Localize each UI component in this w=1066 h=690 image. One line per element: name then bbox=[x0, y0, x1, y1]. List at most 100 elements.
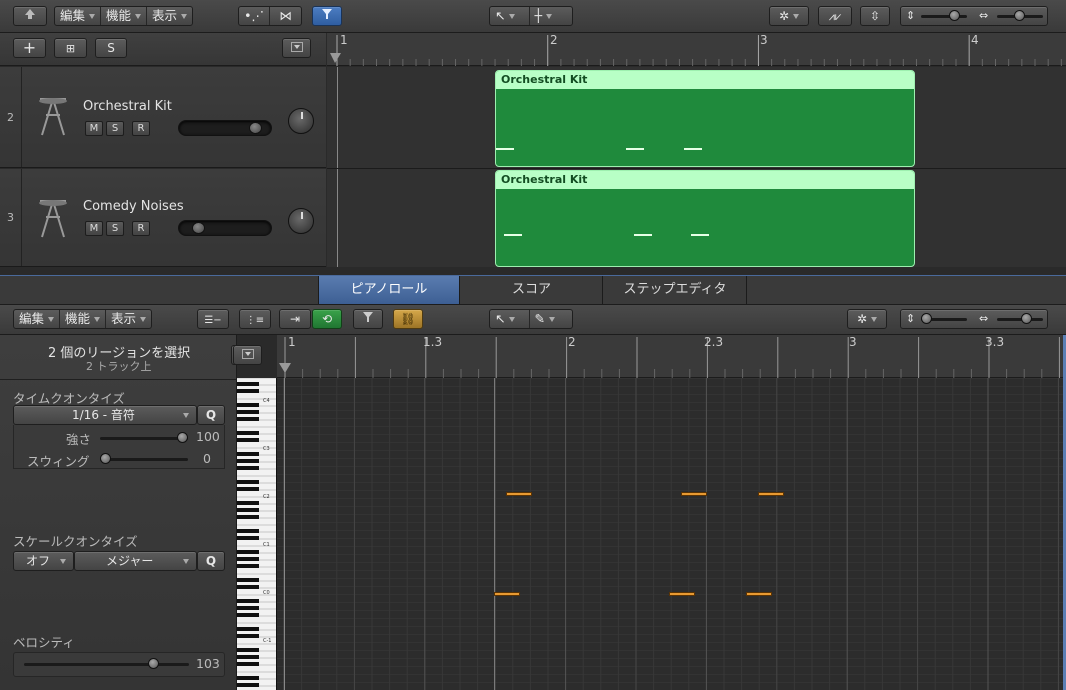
midi-out-icon: ⇥ bbox=[289, 312, 301, 326]
midi-note[interactable] bbox=[746, 592, 772, 596]
editor-zoom-sliders[interactable]: ⇕ ⇔ bbox=[900, 309, 1048, 329]
scale-type-select[interactable]: メジャー bbox=[74, 551, 197, 571]
fader-knob[interactable] bbox=[192, 222, 205, 234]
add-track-button[interactable]: + bbox=[13, 38, 46, 58]
midi-region[interactable]: Orchestral Kit bbox=[495, 170, 915, 267]
midi-in-button[interactable]: ⋮≡ bbox=[239, 309, 271, 329]
tab-score[interactable]: スコア bbox=[461, 276, 603, 304]
midi-note[interactable] bbox=[669, 592, 695, 596]
volume-fader[interactable] bbox=[178, 220, 272, 236]
playhead-line bbox=[284, 378, 285, 690]
piano-roll-list-icon: ☰− bbox=[204, 315, 222, 326]
velocity-label: ベロシティ bbox=[13, 635, 75, 650]
midi-region[interactable]: Orchestral Kit bbox=[495, 70, 915, 167]
velocity-slider[interactable] bbox=[24, 663, 189, 666]
vertical-fit-button[interactable]: ⇳ bbox=[860, 6, 890, 26]
track-header[interactable]: 3 Comedy Noises M S R bbox=[0, 169, 326, 267]
swing-slider[interactable] bbox=[100, 458, 188, 461]
editor-settings-button[interactable]: ✲ bbox=[847, 309, 887, 329]
editor-menu-group: 編集 機能 表示 bbox=[13, 309, 153, 329]
ruler-label: 1.3 bbox=[423, 335, 443, 349]
solo-button[interactable]: S bbox=[106, 121, 124, 136]
midi-out-button[interactable]: ⇥ bbox=[279, 309, 311, 329]
track-header-menu-button[interactable] bbox=[282, 38, 311, 58]
flex-icon[interactable]: ⋈ bbox=[270, 7, 301, 25]
track-name[interactable]: Orchestral Kit bbox=[83, 99, 172, 114]
strength-slider-knob[interactable] bbox=[177, 432, 188, 443]
record-button[interactable]: R bbox=[132, 221, 150, 236]
global-s-button[interactable]: S bbox=[95, 38, 127, 58]
ruler-label: 3.3 bbox=[985, 335, 1005, 349]
piano-roll-ruler[interactable]: 1 1.3 2 2.3 3 3.3 bbox=[277, 335, 1066, 378]
scale-off-select[interactable]: オフ bbox=[13, 551, 74, 571]
drum-kit-icon bbox=[39, 200, 67, 238]
midi-note[interactable] bbox=[681, 492, 707, 496]
midi-draw-button[interactable]: ☰− bbox=[197, 309, 229, 329]
midi-note[interactable] bbox=[758, 492, 784, 496]
region-note bbox=[634, 234, 652, 236]
midi-note[interactable] bbox=[506, 492, 532, 496]
filter-icon bbox=[322, 9, 332, 19]
tab-piano-roll[interactable]: ピアノロール bbox=[318, 276, 460, 304]
editor-tool-group: ↖ ✎ bbox=[489, 309, 573, 329]
timeline-ruler[interactable]: 1 2 3 4 bbox=[327, 33, 1066, 66]
pan-knob[interactable] bbox=[288, 208, 314, 234]
automation-icon[interactable]: •⋰ bbox=[239, 7, 270, 25]
region-note bbox=[496, 148, 514, 150]
track-name[interactable]: Comedy Noises bbox=[83, 199, 184, 214]
editor-pointer-tool-icon[interactable]: ↖ bbox=[490, 310, 530, 328]
dropdown-icon bbox=[241, 349, 254, 359]
zoom-sliders[interactable]: ⇕ ⇔ bbox=[900, 6, 1048, 26]
view-menu[interactable]: 表示 bbox=[147, 7, 192, 25]
function-menu[interactable]: 機能 bbox=[101, 7, 148, 25]
back-button[interactable] bbox=[13, 6, 47, 26]
track-header[interactable]: 2 Orchestral Kit M S R bbox=[0, 67, 326, 168]
editor-filter-button[interactable] bbox=[353, 309, 383, 329]
filter-button[interactable] bbox=[312, 6, 342, 26]
volume-fader[interactable] bbox=[178, 120, 272, 136]
strength-slider[interactable] bbox=[100, 437, 188, 440]
quantize-q-button[interactable]: Q bbox=[197, 405, 225, 425]
mute-button[interactable]: M bbox=[85, 121, 103, 136]
new-folder-button[interactable]: ⊞ bbox=[54, 38, 87, 58]
velocity-slider-knob[interactable] bbox=[148, 658, 159, 669]
edit-menu[interactable]: 編集 bbox=[55, 7, 102, 25]
ruler-ticks bbox=[279, 337, 1060, 378]
midi-note[interactable] bbox=[494, 592, 520, 596]
region-title: Orchestral Kit bbox=[496, 171, 914, 189]
region-start-line bbox=[494, 378, 495, 690]
editor-view-menu[interactable]: 表示 bbox=[106, 310, 151, 328]
pan-knob[interactable] bbox=[288, 108, 314, 134]
region-title: Orchestral Kit bbox=[496, 71, 914, 89]
inspector-menu-button[interactable] bbox=[233, 345, 262, 365]
folder-plus-icon: ⊞ bbox=[65, 42, 76, 55]
editor-function-menu[interactable]: 機能 bbox=[60, 310, 107, 328]
link-button[interactable]: ⛓ bbox=[393, 309, 423, 329]
piano-keyboard[interactable]: C4 C3 C2 C1 C0 C-1 bbox=[237, 378, 277, 690]
strength-label: 強さ bbox=[66, 432, 92, 447]
catch-button[interactable]: ⟲ bbox=[312, 309, 342, 329]
mute-button[interactable]: M bbox=[85, 221, 103, 236]
scale-q-button[interactable]: Q bbox=[197, 551, 225, 571]
swing-slider-knob[interactable] bbox=[100, 453, 111, 464]
velocity-value: 103 bbox=[196, 656, 220, 671]
key-label: C2 bbox=[263, 494, 270, 500]
pointer-tool-icon[interactable]: ↖ bbox=[490, 7, 530, 25]
tab-step-editor[interactable]: ステップエディタ bbox=[604, 276, 747, 304]
ruler-label: 1 bbox=[340, 33, 348, 47]
waveform-zoom-button[interactable]: ⩘⩗ bbox=[818, 6, 852, 26]
gear-icon: ✲ bbox=[778, 9, 790, 23]
waveform-icon: ⩘⩗ bbox=[828, 10, 842, 23]
selection-summary: 2 個のリージョンを選択 2 トラック上 bbox=[0, 338, 259, 380]
marquee-tool-icon[interactable]: ┼ bbox=[530, 7, 572, 25]
fader-knob[interactable] bbox=[249, 122, 262, 134]
settings-button[interactable]: ✲ bbox=[769, 6, 809, 26]
editor-edit-menu[interactable]: 編集 bbox=[14, 310, 61, 328]
pencil-tool-icon[interactable]: ✎ bbox=[530, 310, 572, 328]
time-quantize-select[interactable]: 1/16 - 音符 bbox=[13, 405, 197, 425]
piano-roll-grid[interactable] bbox=[277, 378, 1063, 690]
solo-button[interactable]: S bbox=[106, 221, 124, 236]
playhead-marker[interactable] bbox=[330, 53, 341, 63]
record-button[interactable]: R bbox=[132, 121, 150, 136]
playhead-marker[interactable] bbox=[279, 363, 291, 373]
